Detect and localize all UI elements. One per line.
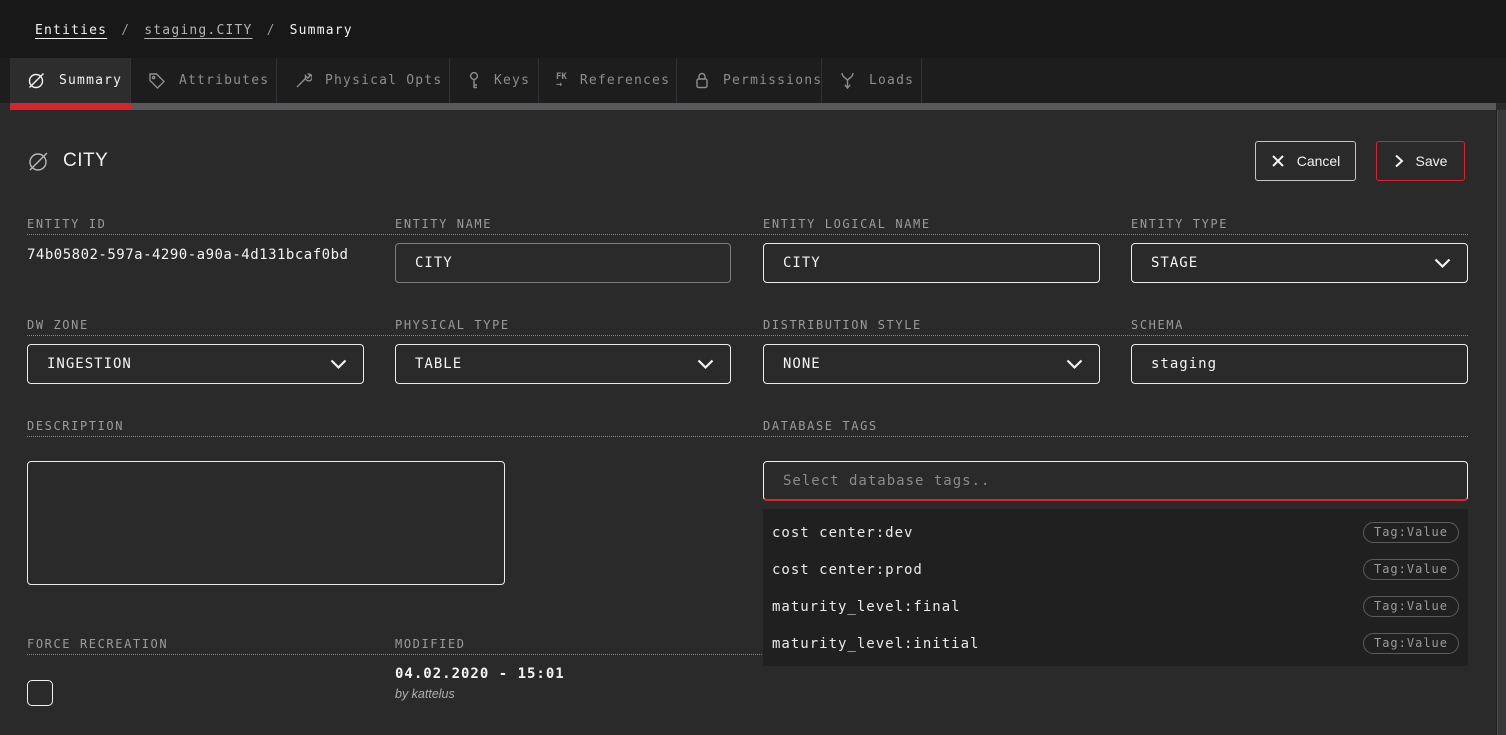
tab-bar: Summary Attributes Physical Opts — [0, 58, 1506, 103]
database-tags-input[interactable] — [763, 461, 1468, 501]
chevron-down-icon — [697, 359, 714, 370]
force-recreation-checkbox[interactable] — [27, 680, 53, 706]
entity-summary-page: Entities / staging.CITY / Summary Summar… — [0, 0, 1506, 735]
tag-option[interactable]: cost center:dev Tag:Value — [763, 514, 1468, 551]
physical-type-value: TABLE — [415, 356, 462, 372]
save-button[interactable]: Save — [1376, 141, 1465, 181]
breadcrumb-current: Summary — [290, 23, 353, 38]
tag-option[interactable]: maturity_level:initial Tag:Value — [763, 625, 1468, 662]
merge-icon — [839, 71, 856, 90]
chevron-down-icon — [330, 359, 347, 370]
entity-id-label: ENTITY ID — [27, 217, 106, 231]
entity-logical-name-label: ENTITY LOGICAL NAME — [763, 217, 931, 231]
breadcrumb-entities-link[interactable]: Entities — [35, 23, 107, 38]
modified-timestamp: 04.02.2020 - 15:01 — [395, 666, 565, 682]
tab-label: Summary — [59, 73, 122, 88]
schema-label: SCHEMA — [1131, 318, 1184, 332]
dw-zone-select[interactable]: INGESTION — [27, 344, 364, 384]
distribution-style-select[interactable]: NONE — [763, 344, 1100, 384]
page-title: CITY — [63, 150, 108, 172]
key-icon — [467, 71, 481, 90]
entity-name-label: ENTITY NAME — [395, 217, 492, 231]
physical-type-label: PHYSICAL TYPE — [395, 318, 510, 332]
tab-keys[interactable]: Keys — [450, 58, 539, 103]
content-area: CITY Cancel Save ENTITY ID ENTITY NAME E… — [0, 110, 1506, 735]
dw-zone-label: DW ZONE — [27, 318, 89, 332]
tag-value-badge: Tag:Value — [1363, 596, 1459, 617]
tabbar-scroll-track[interactable] — [131, 103, 1496, 110]
force-recreation-label: FORCE RECREATION — [27, 637, 168, 651]
chevron-down-icon — [1066, 359, 1083, 370]
tab-permissions[interactable]: Permissions — [677, 58, 822, 103]
entity-icon — [27, 150, 50, 173]
breadcrumb-entity-link[interactable]: staging.CITY — [144, 23, 252, 38]
chevron-down-icon — [1434, 258, 1451, 269]
row-divider — [27, 436, 1468, 437]
scrollbar-thumb[interactable] — [1497, 110, 1506, 735]
tag-option[interactable]: maturity_level:final Tag:Value — [763, 588, 1468, 625]
entity-type-label: ENTITY TYPE — [1131, 217, 1228, 231]
topbar: Entities / staging.CITY / Summary — [0, 0, 1506, 58]
description-label: DESCRIPTION — [27, 419, 124, 433]
tab-label: Attributes — [179, 73, 269, 88]
physical-type-select[interactable]: TABLE — [395, 344, 731, 384]
tag-value-badge: Tag:Value — [1363, 559, 1459, 580]
distribution-style-label: DISTRIBUTION STYLE — [763, 318, 922, 332]
breadcrumb-separator: / — [121, 23, 130, 38]
distribution-style-value: NONE — [783, 356, 821, 372]
tab-label: Permissions — [723, 73, 822, 88]
tag-value-badge: Tag:Value — [1363, 633, 1459, 654]
tag-option[interactable]: cost center:prod Tag:Value — [763, 551, 1468, 588]
modified-label: MODIFIED — [395, 637, 466, 651]
tag-value-badge: Tag:Value — [1363, 522, 1459, 543]
dw-zone-value: INGESTION — [47, 356, 132, 372]
tab-summary[interactable]: Summary — [10, 58, 131, 103]
database-tags-field[interactable] — [783, 462, 1448, 499]
entity-name-input[interactable] — [395, 243, 731, 283]
schema-input[interactable] — [1131, 344, 1468, 384]
entity-logical-name-input[interactable] — [763, 243, 1100, 283]
tab-attributes[interactable]: Attributes — [131, 58, 277, 103]
chevron-right-icon — [1394, 154, 1404, 168]
entity-id-value: 74b05802-597a-4290-a90a-4d131bcaf0bd — [27, 247, 348, 263]
active-tab-indicator — [10, 103, 131, 110]
tab-loads[interactable]: Loads — [822, 58, 922, 103]
wrench-icon — [294, 72, 312, 90]
tab-references[interactable]: FK→ References — [539, 58, 677, 103]
entity-name-field[interactable] — [415, 244, 711, 282]
description-textarea[interactable] — [27, 461, 505, 585]
close-icon — [1271, 154, 1285, 168]
row-divider — [27, 234, 1468, 235]
fk-icon: FK→ — [556, 73, 567, 89]
tag-icon — [148, 72, 166, 90]
schema-field[interactable] — [1151, 345, 1448, 383]
row-divider — [27, 335, 1468, 336]
entity-type-select[interactable]: STAGE — [1131, 243, 1468, 283]
cancel-button[interactable]: Cancel — [1255, 141, 1356, 181]
vertical-scrollbar[interactable] — [1496, 110, 1506, 735]
tab-label: Physical Opts — [325, 73, 442, 88]
tab-label: Loads — [869, 73, 914, 88]
tab-label: Keys — [494, 73, 530, 88]
entity-icon — [27, 71, 46, 90]
breadcrumb: Entities / staging.CITY / Summary — [35, 23, 353, 38]
tab-label: References — [580, 73, 670, 88]
lock-icon — [694, 71, 710, 90]
database-tags-label: DATABASE TAGS — [763, 419, 878, 433]
breadcrumb-separator: / — [267, 23, 276, 38]
database-tags-dropdown: cost center:dev Tag:Value cost center:pr… — [763, 509, 1468, 666]
entity-logical-name-field[interactable] — [783, 244, 1080, 282]
tab-physical-opts[interactable]: Physical Opts — [277, 58, 450, 103]
modified-by: by kattelus — [395, 687, 455, 701]
entity-type-value: STAGE — [1151, 255, 1198, 271]
